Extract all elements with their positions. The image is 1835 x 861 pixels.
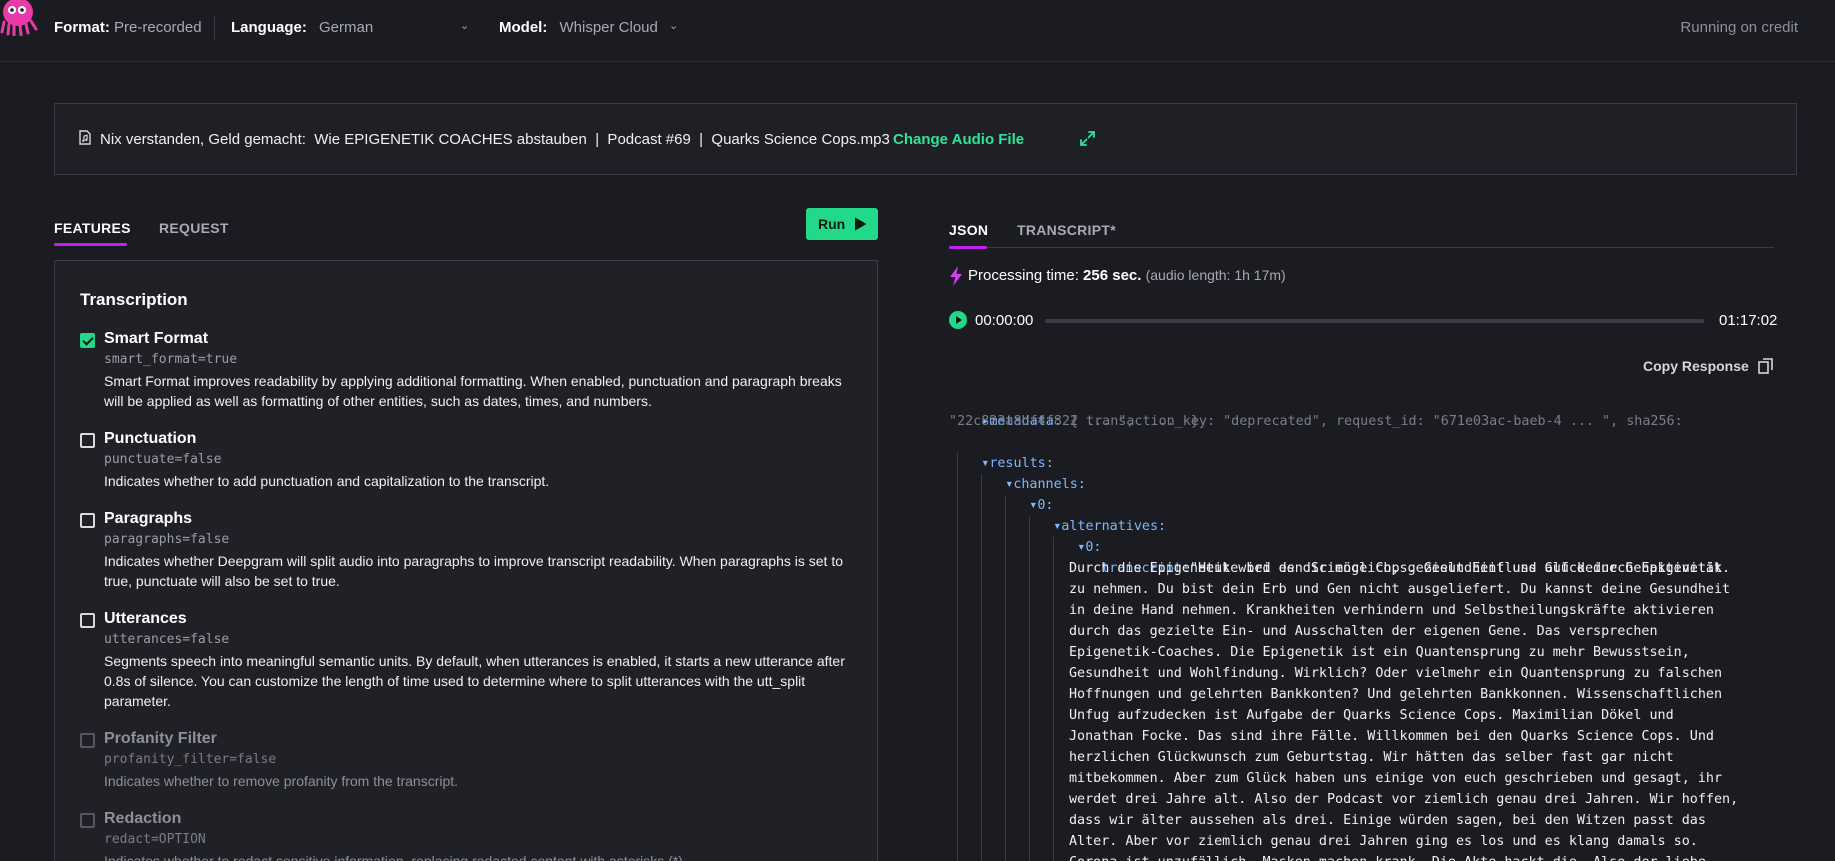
copy-response-button[interactable]: Copy Response	[1643, 358, 1749, 374]
expand-icon[interactable]	[1079, 130, 1096, 147]
smart-format-checkbox[interactable]	[80, 333, 95, 348]
feature-param: punctuate=false	[104, 452, 222, 467]
audio-seek-bar[interactable]	[1045, 319, 1704, 323]
audio-length: (audio length: 1h 17m)	[1145, 267, 1286, 283]
feature-description: Segments speech into meaningful semantic…	[104, 653, 845, 709]
credit-status: Running on credit	[1680, 19, 1798, 36]
logo-icon	[0, 0, 38, 36]
run-button[interactable]: Run	[806, 208, 878, 240]
indent-guide	[1029, 516, 1030, 861]
indent-guide	[1053, 537, 1054, 861]
feature-description: Indicates whether to redact sensitive in…	[104, 853, 687, 861]
chevron-down-icon[interactable]: ⌄	[669, 19, 678, 32]
model-field[interactable]: Model: Whisper Cloud	[499, 19, 658, 36]
tab-transcript[interactable]: TRANSCRIPT*	[1017, 222, 1116, 238]
divider	[214, 16, 215, 40]
model-label: Model:	[499, 19, 548, 36]
chevron-down-icon[interactable]: ⌄	[460, 19, 469, 32]
tab-features[interactable]: FEATURES	[54, 220, 131, 236]
audio-play-button[interactable]	[949, 311, 967, 329]
format-label: Format:	[54, 19, 110, 36]
paragraphs-checkbox[interactable]	[80, 513, 95, 528]
feature-param: utterances=false	[104, 632, 230, 647]
run-button-label: Run	[818, 216, 846, 232]
transcript-value: Durch die Epigenetik wird es dir möglich…	[1069, 561, 1739, 861]
format-field: Format: Pre-recorded	[54, 19, 202, 36]
feature-name: Profanity Filter	[104, 730, 217, 747]
audio-file-name: Nix verstanden, Geld gemacht: Wie EPIGEN…	[100, 131, 890, 148]
redaction-checkbox	[80, 813, 95, 828]
feature-param: profanity_filter=false	[104, 752, 277, 767]
feature-name: Utterances	[104, 610, 187, 627]
lightning-icon	[950, 266, 962, 286]
change-audio-file-link[interactable]: Change Audio File	[893, 131, 1024, 148]
file-audio-icon	[79, 130, 91, 145]
audio-file-bar: Nix verstanden, Geld gemacht: Wie EPIGEN…	[54, 103, 1797, 175]
language-field[interactable]: Language: German	[231, 19, 373, 36]
feature-param: paragraphs=false	[104, 532, 230, 547]
active-tab-indicator	[54, 243, 127, 246]
tab-request[interactable]: REQUEST	[159, 220, 229, 236]
feature-name: Smart Format	[104, 330, 209, 347]
audio-current-time: 00:00:00	[975, 312, 1034, 329]
top-bar: Format: Pre-recorded Language: German ⌄ …	[0, 0, 1835, 62]
json-collapsed-value: "22c823a8bf4f822 ... ", ... }	[949, 414, 1199, 429]
feature-description: Indicates whether Deepgram will split au…	[104, 553, 843, 589]
processing-label: Processing time:	[968, 267, 1079, 284]
tab-json[interactable]: JSON	[949, 222, 988, 238]
utterances-checkbox[interactable]	[80, 613, 95, 628]
play-icon	[855, 217, 867, 231]
indent-guide	[957, 453, 958, 861]
section-title: Transcription	[80, 290, 188, 309]
feature-name: Punctuation	[104, 430, 197, 447]
feature-description: Indicates whether to remove profanity fr…	[104, 773, 459, 789]
copy-icon[interactable]	[1758, 358, 1773, 374]
audio-duration: 01:17:02	[1719, 312, 1778, 329]
feature-name: Paragraphs	[104, 510, 193, 527]
profanity-filter-checkbox	[80, 733, 95, 748]
features-panel: Transcription Smart Format smart_format=…	[54, 260, 878, 861]
punctuation-checkbox[interactable]	[80, 433, 95, 448]
feature-param: redact=OPTION	[104, 832, 206, 847]
active-tab-indicator	[949, 246, 987, 249]
feature-description: Indicates whether to add punctuation and…	[104, 473, 550, 489]
feature-name: Redaction	[104, 810, 182, 827]
tabs-divider	[949, 247, 1774, 248]
indent-guide	[1005, 495, 1006, 861]
feature-param: smart_format=true	[104, 352, 238, 367]
processing-value: 256 sec.	[1083, 267, 1142, 284]
feature-description: Smart Format improves readability by app…	[104, 373, 842, 409]
processing-time: Processing time: 256 sec. (audio length:…	[968, 267, 1286, 284]
format-value[interactable]: Pre-recorded	[114, 19, 202, 36]
indent-guide	[981, 474, 982, 861]
language-select[interactable]: German	[319, 19, 373, 36]
model-select[interactable]: Whisper Cloud	[560, 19, 658, 36]
language-label: Language:	[231, 19, 307, 36]
